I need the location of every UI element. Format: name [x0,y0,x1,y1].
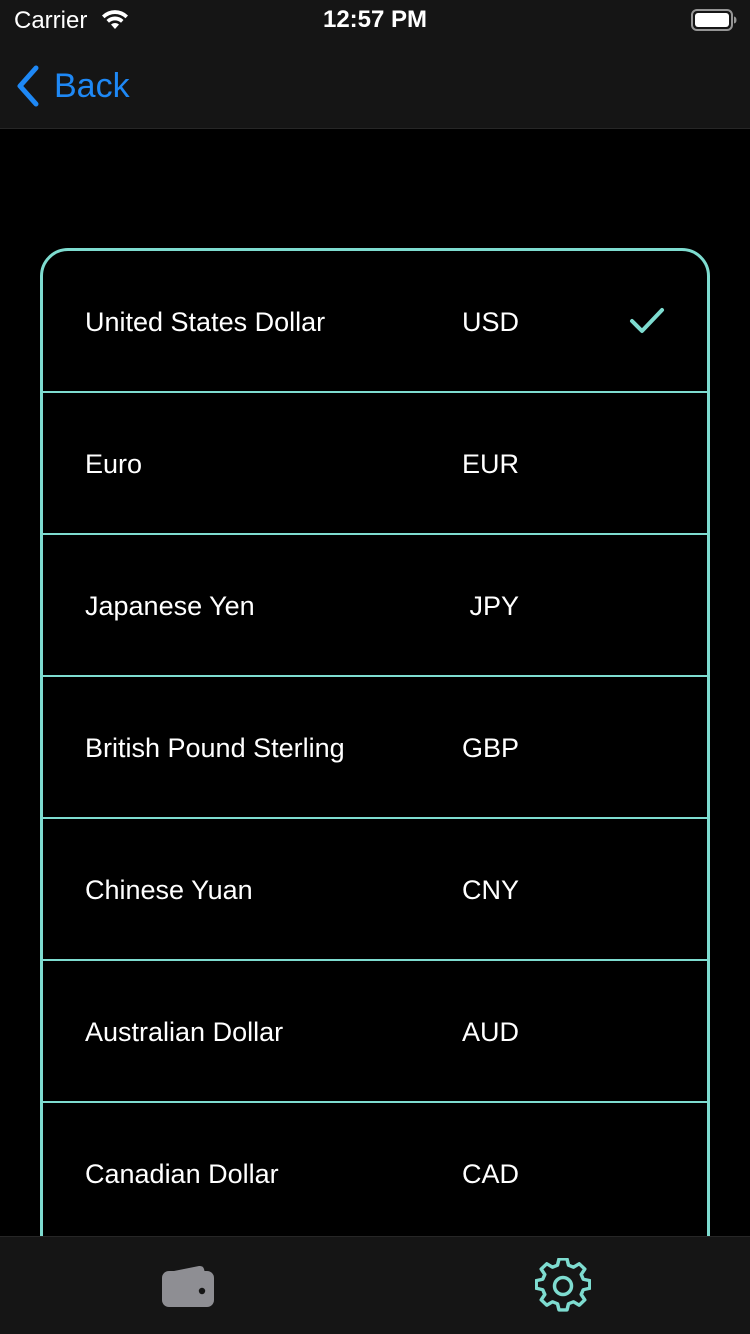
currency-row-gbp[interactable]: British Pound Sterling GBP [43,677,707,819]
currency-name: Australian Dollar [85,1017,284,1047]
currency-code: EUR [461,449,519,479]
currency-row-jpy[interactable]: Japanese Yen JPY [43,535,707,677]
currency-name: Chinese Yuan [85,875,253,905]
checkmark-icon [630,308,664,333]
currency-code: JPY [469,591,519,621]
chevron-left-icon [17,65,39,107]
currency-code: USD [461,307,519,337]
currency-name: Euro [85,449,143,479]
currency-row-cad[interactable]: Canadian Dollar CAD [43,1103,707,1245]
top-bar: Carrier 12:57 PM Back [0,0,750,129]
currency-code: CAD [461,1159,519,1189]
tab-bar [0,1236,750,1334]
currency-code: GBP [461,733,519,763]
currency-name: British Pound Sterling [85,733,345,763]
gear-icon [534,1258,591,1312]
currency-row-cny[interactable]: Chinese Yuan CNY [43,819,707,961]
back-label: Back [54,67,130,105]
currency-code: AUD [461,1017,519,1047]
tab-settings[interactable] [375,1237,750,1334]
navigation-bar: Back [0,40,750,128]
back-button[interactable]: Back [14,64,130,108]
currency-name: Japanese Yen [85,591,255,621]
currency-name: United States Dollar [85,307,326,337]
currency-list: United States Dollar USD Euro EUR Japane… [40,248,710,1334]
wallet-icon [161,1265,214,1307]
status-time: 12:57 PM [322,6,428,33]
currency-name: Canadian Dollar [85,1159,279,1189]
currency-row-eur[interactable]: Euro EUR [43,393,707,535]
currency-row-aud[interactable]: Australian Dollar AUD [43,961,707,1103]
currency-row-usd[interactable]: United States Dollar USD [43,251,707,393]
currency-settings-screen: Carrier 12:57 PM Back United States Doll… [0,0,750,1334]
tab-wallet[interactable] [0,1237,375,1334]
battery-icon [691,9,737,31]
status-bar: Carrier 12:57 PM [0,0,750,40]
currency-code: CNY [461,875,519,905]
